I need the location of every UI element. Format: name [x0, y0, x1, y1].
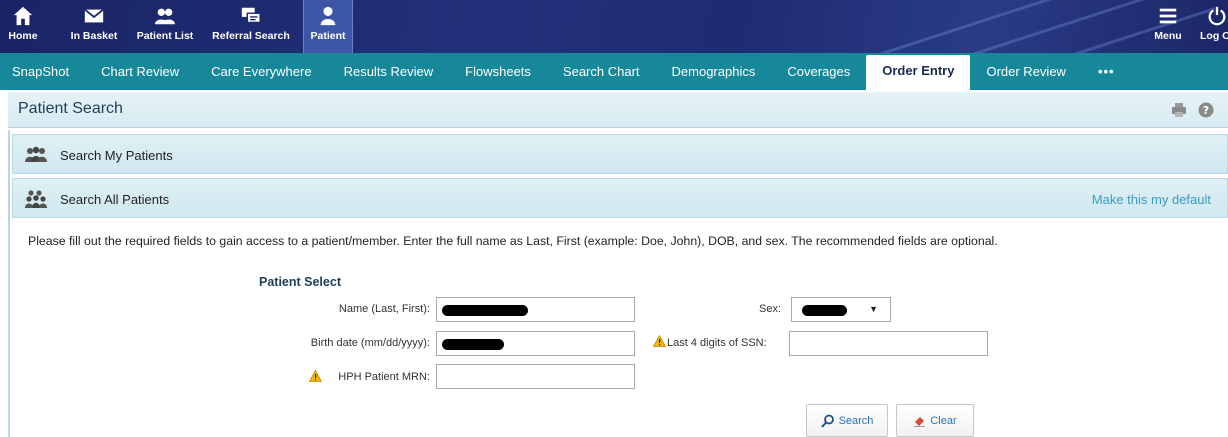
patients-group-icon	[25, 146, 47, 162]
tab-demographics[interactable]: Demographics	[656, 56, 772, 90]
sex-label: Sex:	[758, 303, 781, 315]
toolbar-in-basket-button[interactable]: In Basket	[64, 0, 124, 53]
instructions-text: Please fill out the required fields to g…	[28, 234, 998, 248]
sex-select[interactable]: ▼	[791, 297, 891, 322]
ssn-label: Last 4 digits of SSN:	[667, 337, 767, 349]
toolbar-menu-button[interactable]: Menu	[1148, 0, 1188, 53]
tab-care-everywhere[interactable]: Care Everywhere	[195, 56, 327, 90]
tab-more[interactable]: •••	[1082, 56, 1131, 90]
tab-results-review[interactable]: Results Review	[328, 56, 450, 90]
tab-flowsheets[interactable]: Flowsheets	[449, 56, 547, 90]
search-my-patients-section[interactable]: Search My Patients	[12, 134, 1228, 174]
toolbar-home-button[interactable]: Home	[6, 0, 40, 53]
toolbar-button-label: Menu	[1154, 30, 1182, 42]
make-default-link[interactable]: Make this my default	[1092, 192, 1211, 207]
section-title: Search My Patients	[60, 148, 173, 163]
person-icon	[320, 6, 336, 26]
birth-date-label: Birth date (mm/dd/yyyy):	[310, 337, 430, 349]
search-all-patients-section[interactable]: Search All Patients Make this my default	[12, 178, 1228, 218]
redaction-mark	[442, 339, 504, 350]
toolbar-button-label: Patient List	[136, 30, 194, 42]
clear-button-label: Clear	[930, 414, 957, 427]
warning-icon	[653, 335, 666, 347]
patient-list-icon	[154, 8, 176, 25]
toolbar-patient-list-button[interactable]: Patient List	[130, 0, 200, 53]
home-icon	[13, 6, 33, 26]
section-title: Search All Patients	[60, 192, 170, 207]
content-border	[8, 130, 10, 437]
toolbar-logout-button[interactable]: Log O	[1198, 0, 1228, 53]
mrn-label: HPH Patient MRN:	[338, 371, 430, 383]
patients-crowd-icon	[25, 190, 47, 208]
tab-order-review[interactable]: Order Review	[970, 56, 1081, 90]
redaction-mark	[442, 305, 528, 316]
tab-snapshot[interactable]: SnapShot	[0, 56, 85, 90]
search-button-label: Search	[838, 414, 874, 427]
hamburger-menu-icon	[1159, 8, 1177, 24]
magnifier-icon	[820, 414, 834, 428]
form-title: Patient Select	[259, 275, 341, 289]
warning-icon	[309, 370, 322, 382]
toolbar-button-label: Log O	[1200, 30, 1228, 42]
toolbar-referral-search-button[interactable]: Referral Search	[205, 0, 297, 53]
tab-chart-review[interactable]: Chart Review	[85, 56, 195, 90]
mrn-field[interactable]	[436, 364, 635, 389]
toolbar-button-label: In Basket	[70, 30, 118, 42]
decorative-streak	[825, 0, 1075, 53]
toolbar-button-label: Home	[8, 30, 38, 42]
page-title: Patient Search	[18, 100, 123, 117]
name-field[interactable]	[436, 297, 635, 322]
ssn-field[interactable]	[789, 331, 988, 356]
tab-order-entry[interactable]: Order Entry	[866, 55, 971, 90]
print-icon[interactable]	[1171, 102, 1187, 118]
tab-coverages[interactable]: Coverages	[771, 56, 866, 90]
referral-search-icon	[241, 7, 261, 24]
top-toolbar: Home In Basket Patient List Referral Sea…	[0, 0, 1228, 53]
tab-search-chart[interactable]: Search Chart	[547, 56, 656, 90]
activity-tabs: SnapShot Chart Review Care Everywhere Re…	[0, 53, 1228, 90]
redaction-mark	[802, 305, 847, 316]
power-icon	[1208, 6, 1226, 26]
toolbar-button-label: Referral Search	[212, 30, 290, 42]
help-icon[interactable]: ?	[1198, 102, 1214, 118]
svg-text:?: ?	[1203, 104, 1209, 117]
name-label: Name (Last, First):	[338, 303, 430, 315]
eraser-icon	[914, 417, 926, 427]
envelope-icon	[84, 8, 104, 23]
clear-button[interactable]: Clear	[896, 404, 974, 437]
search-button[interactable]: Search	[806, 404, 888, 437]
toolbar-button-label: Patient	[310, 30, 346, 42]
page-header: Patient Search ?	[8, 92, 1228, 128]
toolbar-patient-button[interactable]: Patient	[303, 0, 353, 53]
birth-date-field[interactable]	[436, 331, 635, 356]
dropdown-arrow-icon: ▼	[869, 304, 878, 314]
